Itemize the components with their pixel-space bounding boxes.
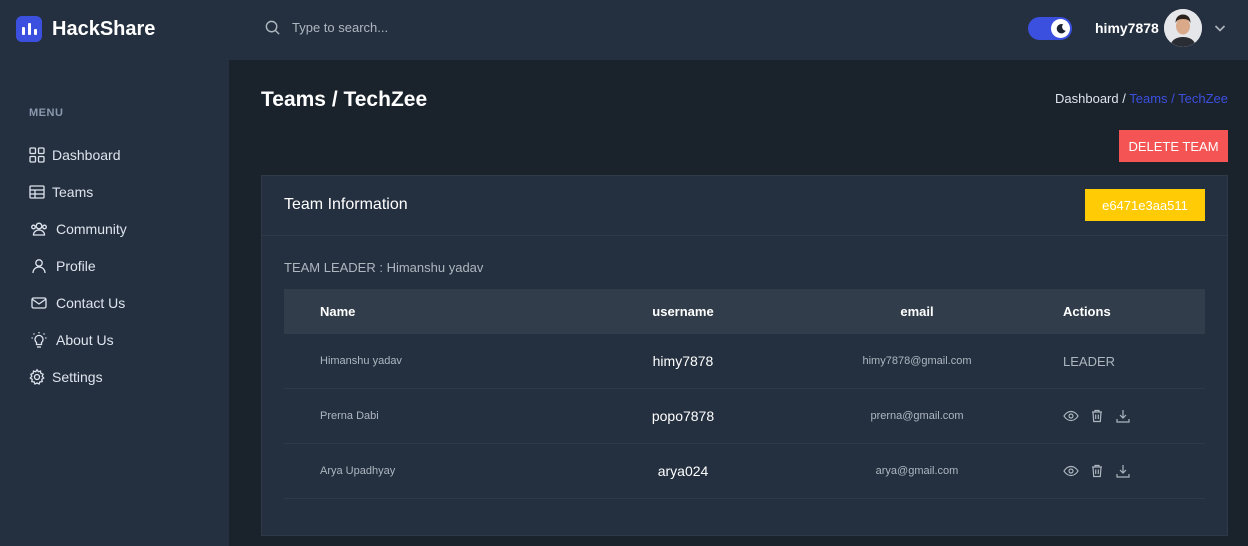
sidebar: HackShare MENU Dashboard Teams Community…: [0, 0, 229, 546]
table-row: Prerna Dabi popo7878 prerna@gmail.com: [284, 389, 1205, 444]
dark-mode-toggle[interactable]: [1028, 17, 1072, 40]
sidebar-item-about[interactable]: About Us: [28, 321, 218, 358]
view-icon[interactable]: [1063, 408, 1079, 424]
sidebar-item-label: Dashboard: [52, 146, 121, 163]
card-header: Team Information e6471e3aa511: [262, 176, 1227, 236]
bulb-icon: [31, 331, 47, 348]
card-title: Team Information: [284, 196, 408, 213]
member-email: prerna@gmail.com: [870, 410, 964, 422]
menu-title: MENU: [29, 107, 64, 119]
delete-team-button[interactable]: DELETE TEAM: [1119, 130, 1228, 162]
member-username: popo7878: [651, 408, 715, 424]
user-icon: [32, 258, 46, 273]
member-username: arya024: [657, 463, 709, 479]
sidebar-nav: Dashboard Teams Community Profile Contac…: [28, 136, 218, 395]
brand[interactable]: HackShare: [16, 16, 155, 42]
sidebar-item-dashboard[interactable]: Dashboard: [28, 136, 218, 173]
sidebar-item-label: Teams: [52, 183, 94, 200]
mail-icon: [31, 296, 47, 309]
trash-icon[interactable]: [1089, 463, 1105, 479]
gear-icon: [29, 368, 45, 385]
topbar: himy7878: [229, 0, 1248, 60]
download-icon[interactable]: [1115, 463, 1131, 479]
sidebar-item-label: Settings: [52, 368, 103, 385]
sidebar-item-teams[interactable]: Teams: [28, 173, 218, 210]
user-name[interactable]: himy7878: [1095, 20, 1159, 36]
chevron-down-icon[interactable]: [1213, 21, 1227, 35]
member-actions: [1052, 463, 1205, 479]
search-icon[interactable]: [264, 19, 281, 36]
table-row: Himanshu yadav himy7878 himy7878@gmail.c…: [284, 334, 1205, 389]
column-header-email: email: [900, 304, 934, 319]
sidebar-item-label: Community: [56, 220, 127, 237]
sidebar-item-label: Profile: [56, 257, 96, 274]
breadcrumb: Dashboard / Teams / TechZee: [1055, 91, 1228, 106]
column-header-name: Name: [320, 304, 356, 319]
member-username: himy7878: [652, 353, 714, 369]
breadcrumb-link-dashboard[interactable]: Dashboard /: [1055, 91, 1126, 106]
brand-name: HackShare: [52, 17, 156, 40]
sidebar-item-label: Contact Us: [56, 294, 126, 311]
sidebar-item-settings[interactable]: Settings: [28, 358, 218, 395]
member-email: arya@gmail.com: [875, 465, 959, 477]
member-role: LEADER: [1063, 353, 1116, 369]
team-leader-label: TEAM LEADER : Himanshu yadav: [284, 260, 484, 275]
member-name: Himanshu yadav: [320, 355, 402, 367]
column-header-username: username: [652, 304, 714, 319]
page-title: Teams / TechZee: [261, 88, 428, 111]
member-name: Prerna Dabi: [320, 410, 379, 422]
member-name: Arya Upadhyay: [320, 465, 396, 477]
table-row: Arya Upadhyay arya024 arya@gmail.com: [284, 444, 1205, 499]
table-icon: [29, 184, 45, 199]
grid-icon: [29, 146, 45, 163]
team-info-card: Team Information e6471e3aa511 TEAM LEADE…: [261, 175, 1228, 536]
users-icon: [31, 222, 47, 236]
sidebar-item-community[interactable]: Community: [28, 210, 218, 247]
moon-icon: [1051, 19, 1070, 38]
search-input[interactable]: [292, 20, 532, 35]
view-icon[interactable]: [1063, 463, 1079, 479]
bar-chart-icon: [16, 16, 42, 42]
table-header: Name username email Actions: [284, 289, 1205, 334]
member-email: himy7878@gmail.com: [862, 355, 972, 367]
search-bar[interactable]: [264, 19, 532, 36]
sidebar-item-profile[interactable]: Profile: [28, 247, 218, 284]
breadcrumb-current: Teams / TechZee: [1129, 91, 1228, 106]
sidebar-item-label: About Us: [56, 331, 114, 348]
column-header-actions: Actions: [1063, 304, 1111, 319]
member-actions: [1052, 408, 1205, 424]
sidebar-item-contact[interactable]: Contact Us: [28, 284, 218, 321]
members-table: Name username email Actions Himanshu yad…: [284, 289, 1205, 499]
avatar[interactable]: [1164, 9, 1202, 47]
team-code-button[interactable]: e6471e3aa511: [1085, 189, 1205, 221]
download-icon[interactable]: [1115, 408, 1131, 424]
trash-icon[interactable]: [1089, 408, 1105, 424]
